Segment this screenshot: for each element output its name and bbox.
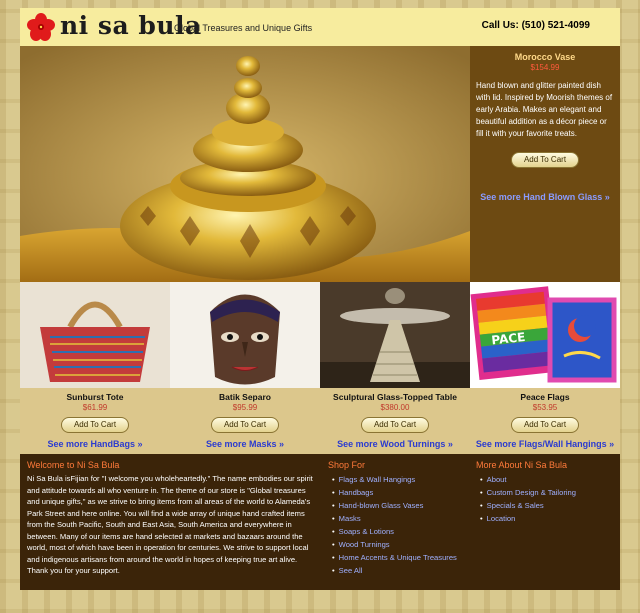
shop-link-label[interactable]: Soaps & Lotions — [339, 527, 394, 536]
bullet-icon: • — [332, 501, 335, 510]
product-card-batik-separo: Batik Separo $95.99 Add To Cart See more… — [170, 282, 320, 454]
bullet-icon: • — [332, 566, 335, 575]
bullet-icon: • — [332, 475, 335, 484]
shop-link[interactable]: • Hand-blown Glass Vases — [332, 499, 457, 512]
product-card-sunburst-tote: Sunburst Tote $61.99 Add To Cart See mor… — [20, 282, 170, 454]
more-about-title: More About Ni Sa Bula — [476, 460, 568, 470]
see-more-masks-link[interactable]: See more Masks » — [170, 439, 320, 449]
product-price: $53.95 — [532, 403, 558, 412]
shop-link-label[interactable]: See All — [339, 566, 363, 575]
vase-image — [20, 46, 470, 282]
product-price: $95.99 — [232, 403, 258, 412]
see-more-wood-turnings-link[interactable]: See more Wood Turnings » — [320, 439, 470, 449]
about-link-label[interactable]: Specials & Sales — [487, 501, 544, 510]
about-link[interactable]: • About — [480, 473, 576, 486]
bullet-icon: • — [332, 540, 335, 549]
shop-link[interactable]: • Masks — [332, 512, 457, 525]
shop-link-label[interactable]: Hand-blown Glass Vases — [339, 501, 424, 510]
add-to-cart-button[interactable]: Add To Cart — [211, 417, 279, 433]
see-more-handbags-link[interactable]: See more HandBags » — [20, 439, 170, 449]
product-image-table[interactable] — [320, 282, 470, 388]
product-name[interactable]: Batik Separo — [170, 392, 320, 402]
shop-link[interactable]: • Wood Turnings — [332, 538, 457, 551]
tagline: Global Treasures and Unique Gifts — [174, 23, 313, 33]
about-link[interactable]: • Custom Design & Tailoring — [480, 486, 576, 499]
shop-link[interactable]: • Flags & Wall Hangings — [332, 473, 457, 486]
about-link-label[interactable]: Location — [487, 514, 516, 523]
about-link-label[interactable]: Custom Design & Tailoring — [487, 488, 576, 497]
shop-link-label[interactable]: Flags & Wall Hangings — [339, 475, 416, 484]
bullet-icon: • — [480, 514, 483, 523]
phone-number: Call Us: (510) 521-4099 — [481, 20, 590, 31]
featured-price: $154.99 — [530, 63, 560, 72]
product-image-tote[interactable] — [20, 282, 170, 388]
add-to-cart-button[interactable]: Add To Cart — [61, 417, 129, 433]
product-name[interactable]: Peace Flags — [470, 392, 620, 402]
featured-product-panel: Morocco Vase $154.99 Hand blown and glit… — [470, 46, 620, 282]
shop-for-list: • Flags & Wall Hangings • Handbags • Hand-b… — [332, 473, 457, 577]
site-footer: Welcome to Ni Sa Bula Ni Sa Bula isFijia… — [20, 454, 620, 590]
product-name[interactable]: Sunburst Tote — [20, 392, 170, 402]
shop-link-label[interactable]: Home Accents & Unique Treasures — [339, 553, 457, 562]
shop-link[interactable]: • Soaps & Lotions — [332, 525, 457, 538]
hero-image-morocco-vase[interactable] — [20, 46, 470, 282]
shop-link-label[interactable]: Handbags — [339, 488, 374, 497]
bullet-icon: • — [480, 475, 483, 484]
product-card-peace-flags: PACE Peace Flags $53.95 Add To Cart See … — [470, 282, 620, 454]
page: ni sa bula Global Treasures and Unique G… — [20, 0, 620, 592]
see-more-hand-blown-glass-link[interactable]: See more Hand Blown Glass » — [470, 192, 620, 202]
featured-description: Hand blown and glitter painted dish with… — [476, 81, 613, 138]
welcome-text: Ni Sa Bula isFijian for "I welcome you w… — [27, 474, 313, 575]
shop-link[interactable]: • Home Accents & Unique Treasures — [332, 551, 457, 564]
bullet-icon: • — [332, 514, 335, 523]
product-image-mask[interactable] — [170, 282, 320, 388]
product-grid: Sunburst Tote $61.99 Add To Cart See mor… — [20, 282, 620, 454]
more-about-list: • About • Custom Design & Tailoring • Speci… — [480, 473, 576, 525]
shop-for-title: Shop For — [328, 460, 366, 470]
product-image-flags[interactable]: PACE — [470, 282, 620, 388]
add-to-cart-button[interactable]: Add To Cart — [361, 417, 429, 433]
about-link-label[interactable]: About — [487, 475, 507, 484]
shop-link-label[interactable]: Masks — [339, 514, 361, 523]
product-price: $61.99 — [82, 403, 108, 412]
welcome-title: Welcome to Ni Sa Bula — [27, 460, 120, 470]
product-name[interactable]: Sculptural Glass-Topped Table — [320, 392, 470, 402]
featured-add-to-cart-button[interactable]: Add To Cart — [511, 152, 579, 168]
bullet-icon: • — [332, 488, 335, 497]
shop-link[interactable]: • See All — [332, 564, 457, 577]
shop-link[interactable]: • Handbags — [332, 486, 457, 499]
bullet-icon: • — [332, 553, 335, 562]
about-link[interactable]: • Location — [480, 512, 576, 525]
product-price: $380.00 — [380, 403, 410, 412]
shop-link-label[interactable]: Wood Turnings — [339, 540, 390, 549]
about-link[interactable]: • Specials & Sales — [480, 499, 576, 512]
bullet-icon: • — [332, 527, 335, 536]
bullet-icon: • — [480, 501, 483, 510]
hibiscus-logo-icon[interactable] — [26, 12, 56, 42]
bullet-icon: • — [480, 488, 483, 497]
site-header: ni sa bula Global Treasures and Unique G… — [20, 8, 620, 46]
add-to-cart-button[interactable]: Add To Cart — [511, 417, 579, 433]
see-more-flags-wall-hangings-link[interactable]: See more Flags/Wall Hangings » — [470, 439, 620, 449]
product-card-glass-table: Sculptural Glass-Topped Table $380.00 Ad… — [320, 282, 470, 454]
featured-title[interactable]: Morocco Vase — [470, 52, 620, 62]
